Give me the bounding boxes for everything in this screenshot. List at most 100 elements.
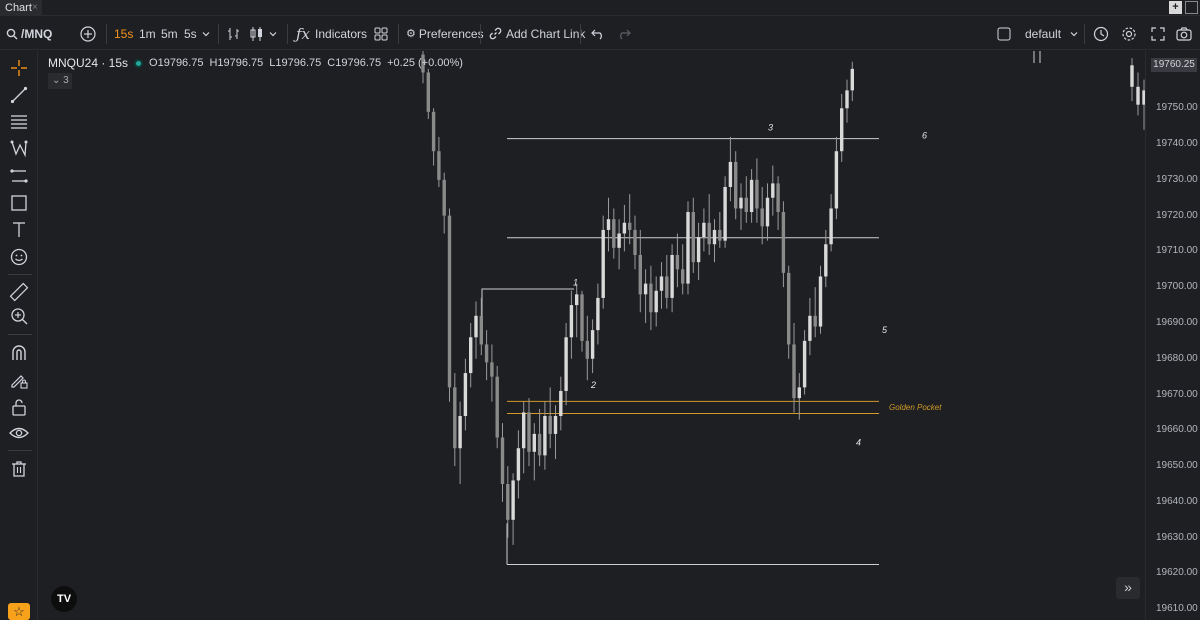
redo-button[interactable]: [617, 17, 631, 50]
pattern-tool[interactable]: [8, 138, 30, 160]
undo-icon: [591, 29, 602, 39]
add-symbol-button[interactable]: [80, 17, 96, 50]
crosshair-tool[interactable]: [8, 57, 30, 79]
candle-down: [431, 111, 436, 152]
price-tick-label: 19750.00: [1156, 102, 1198, 114]
camera-icon: [1176, 26, 1192, 41]
candle-up: [739, 197, 743, 209]
candle-up: [1130, 65, 1134, 87]
text-tool[interactable]: [8, 219, 30, 241]
candle-up: [850, 68, 854, 91]
shape-tool[interactable]: [8, 192, 30, 214]
candle-up: [696, 237, 701, 263]
add-chart-link-button[interactable]: Add Chart Link: [489, 17, 585, 50]
zoom-tool[interactable]: [8, 305, 30, 327]
candle-up: [749, 179, 754, 213]
hide-drawings-tool[interactable]: [8, 422, 30, 444]
preferences-label: Preferences: [418, 26, 484, 41]
candle-up: [511, 480, 515, 520]
undo-button[interactable]: [591, 17, 605, 50]
projection-tool[interactable]: [8, 165, 30, 187]
smiley-icon: [10, 248, 28, 266]
emoji-tool[interactable]: [8, 246, 30, 268]
redo-icon: [620, 29, 631, 39]
legend-low: L19796.75: [269, 57, 322, 69]
price-axis[interactable]: 19750.00 19740.00 19730.00 19720.00 19710.00…: [1145, 51, 1200, 620]
magnet-tool[interactable]: [8, 342, 30, 364]
pencil-lock-icon: [11, 375, 28, 389]
remove-drawings-tool[interactable]: [8, 458, 30, 480]
divider: [580, 24, 581, 44]
layout-checkbox[interactable]: [997, 17, 1011, 50]
symbol-search[interactable]: /MNQ: [6, 17, 52, 50]
divider: [398, 24, 399, 44]
price-tick-label: 19710.00: [1156, 245, 1198, 257]
favorites-star-icon[interactable]: ☆: [8, 603, 30, 620]
candle-up: [590, 330, 595, 359]
trend-line-tool[interactable]: [8, 84, 30, 106]
lock-drawings-tool[interactable]: [8, 369, 30, 391]
layout-name[interactable]: default: [1025, 17, 1061, 50]
price-tick-label: 19700.00: [1156, 281, 1198, 293]
indicators-label: Indicators: [315, 26, 368, 41]
layout-dropdown[interactable]: [1069, 17, 1079, 50]
new-window-icon[interactable]: +: [1169, 1, 1182, 14]
timeframe-5s[interactable]: 5s: [184, 17, 197, 50]
zoom-in-icon: [11, 308, 28, 325]
candle-down: [442, 179, 446, 216]
timeframe-15s[interactable]: 15s: [114, 17, 133, 50]
candle-down: [479, 315, 483, 345]
candle-up: [474, 315, 478, 338]
candle-down: [781, 212, 786, 273]
scroll-to-realtime-button[interactable]: »: [1116, 577, 1140, 599]
templates-button[interactable]: [374, 17, 388, 50]
eye-icon: [9, 427, 29, 439]
candle-type-button[interactable]: [248, 17, 266, 50]
wave-label-4: 4: [856, 438, 861, 448]
candle-up: [834, 151, 839, 209]
square-icon: [997, 27, 1011, 40]
candle-up: [622, 222, 627, 234]
plus-circle-icon: [80, 25, 96, 42]
timeframe-5m[interactable]: 5m: [161, 17, 178, 50]
candle-down: [760, 208, 764, 227]
divider: [106, 24, 107, 44]
alert-clock-button[interactable]: [1093, 17, 1109, 50]
price-tick-label: 19670.00: [1156, 388, 1198, 400]
divider: [8, 450, 32, 451]
tab-close-icon[interactable]: ×: [32, 0, 38, 16]
indicators-collapse-button[interactable]: ⌄ 3: [48, 73, 72, 89]
candle-up: [458, 416, 462, 449]
preferences-button[interactable]: ⚙ Preferences: [406, 17, 484, 50]
legend: MNQU24 · 15s O19796.75 H19796.75 L19796.…: [48, 56, 463, 70]
timeframe-1m[interactable]: 1m: [139, 17, 156, 50]
indicators-button[interactable]: ƒx Indicators: [296, 17, 367, 50]
snapshot-button[interactable]: [1176, 17, 1192, 50]
top-toolbar: /MNQ 15s 1m 5m 5s ƒx Indicators ⚙ Prefer…: [0, 17, 1200, 50]
unlock-tool[interactable]: [8, 396, 30, 418]
function-icon: ƒx: [296, 24, 311, 43]
candle-up: [532, 433, 536, 452]
candlestick-chart[interactable]: 1 2 3 4 5 6 Golden Pocket: [39, 51, 1145, 620]
tab-chart[interactable]: Chart ×: [0, 0, 42, 16]
legend-open: O19796.75: [149, 57, 204, 69]
text-icon: [13, 222, 25, 237]
timeframe-dropdown[interactable]: [201, 17, 211, 50]
collapse-count: 3: [63, 75, 69, 86]
bar-type-button[interactable]: [226, 17, 242, 50]
candle-down: [426, 72, 430, 112]
candle-down: [649, 283, 653, 313]
fullscreen-button[interactable]: [1151, 17, 1165, 50]
measure-tool[interactable]: [8, 281, 30, 303]
gear-small-icon: ⚙: [406, 28, 416, 40]
divider: [218, 24, 219, 44]
fib-tool[interactable]: [8, 111, 30, 133]
chart-pane[interactable]: 1 2 3 4 5 6 Golden Pocket: [39, 51, 1145, 620]
gear-icon: [1122, 26, 1136, 41]
maximize-icon[interactable]: [1185, 1, 1198, 14]
link-icon: [489, 27, 502, 40]
chart-type-dropdown[interactable]: [268, 17, 278, 50]
chevron-down-icon: [269, 31, 277, 36]
settings-button[interactable]: [1121, 17, 1137, 50]
candle-down: [691, 212, 695, 263]
